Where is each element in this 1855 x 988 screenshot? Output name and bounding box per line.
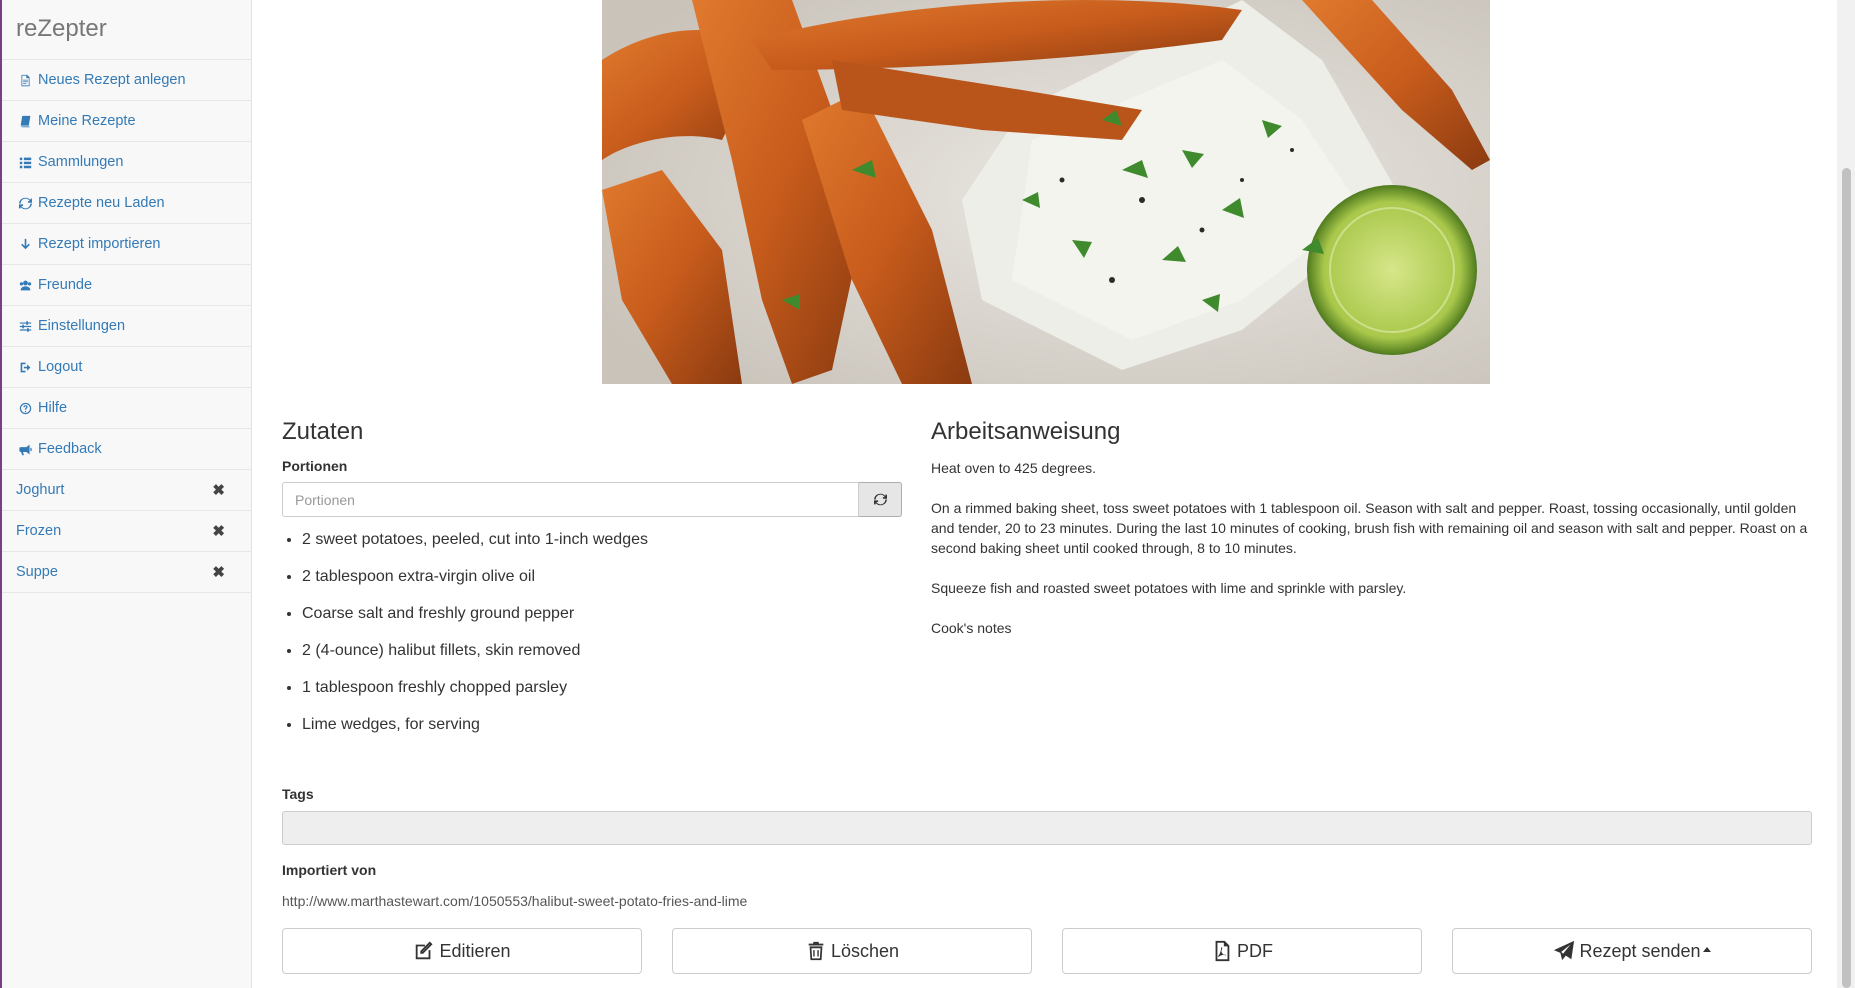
sidebar-item-import[interactable]: Rezept importieren bbox=[2, 224, 251, 265]
recipe-detail: Zutaten Portionen 2 sweet potatoes, peel… bbox=[252, 0, 1837, 988]
collection-label[interactable]: Frozen bbox=[16, 523, 61, 539]
list-icon bbox=[18, 155, 32, 169]
remove-icon[interactable]: ✖ bbox=[212, 481, 225, 499]
edit-button[interactable]: Editieren bbox=[282, 928, 642, 974]
arrow-down-icon bbox=[18, 237, 32, 251]
page-scrollbar[interactable] bbox=[1837, 0, 1855, 988]
edit-button-label: Editieren bbox=[439, 940, 511, 961]
paper-plane-icon bbox=[1554, 940, 1575, 961]
tags-field[interactable] bbox=[282, 811, 1812, 845]
instruction-paragraph: Squeeze fish and roasted sweet potatoes … bbox=[931, 580, 1407, 596]
portions-input[interactable] bbox=[282, 482, 859, 517]
instructions-title: Arbeitsanweisung bbox=[931, 418, 1121, 445]
delete-button-label: Löschen bbox=[830, 940, 900, 961]
sidebar: reZepter Neues Rezept anlegen Meine Reze… bbox=[2, 0, 252, 988]
caret-up-icon bbox=[1702, 946, 1711, 952]
list-item: 1 tablespoon freshly chopped parsley bbox=[302, 677, 902, 699]
ingredients-title: Zutaten bbox=[282, 418, 364, 445]
pdf-button-label: PDF bbox=[1237, 940, 1273, 961]
collection-label[interactable]: Joghurt bbox=[16, 482, 64, 498]
portions-label: Portionen bbox=[282, 458, 348, 474]
trash-icon bbox=[808, 941, 824, 961]
sidebar-item-label: Rezepte neu Laden bbox=[38, 195, 165, 211]
delete-button[interactable]: Löschen bbox=[672, 928, 1032, 974]
scrollbar-thumb[interactable] bbox=[1842, 168, 1851, 988]
list-item: 2 sweet potatoes, peeled, cut into 1-inc… bbox=[302, 529, 902, 551]
users-icon bbox=[18, 278, 32, 292]
portions-refresh-button[interactable] bbox=[859, 482, 902, 517]
sidebar-item-new-recipe[interactable]: Neues Rezept anlegen bbox=[2, 60, 251, 101]
remove-icon[interactable]: ✖ bbox=[212, 522, 225, 540]
sidebar-item-feedback[interactable]: Feedback bbox=[2, 429, 251, 470]
recipe-actions: Editieren Löschen PDF Rezept senden bbox=[282, 928, 1812, 974]
remove-icon[interactable]: ✖ bbox=[212, 563, 225, 581]
sidebar-item-reload[interactable]: Rezepte neu Laden bbox=[2, 183, 251, 224]
tags-label: Tags bbox=[282, 786, 314, 802]
book-icon bbox=[18, 114, 32, 128]
pdf-button[interactable]: PDF bbox=[1062, 928, 1422, 974]
tags-section: Tags bbox=[282, 786, 1812, 845]
sidebar-item-settings[interactable]: Einstellungen bbox=[2, 306, 251, 347]
ingredients-list: 2 sweet potatoes, peeled, cut into 1-inc… bbox=[282, 529, 902, 736]
file-icon bbox=[18, 73, 32, 87]
collection-item[interactable]: Suppe ✖ bbox=[2, 552, 251, 593]
sidebar-item-label: Hilfe bbox=[38, 400, 68, 416]
sidebar-item-label: Meine Rezepte bbox=[38, 113, 136, 129]
instructions-text: Heat oven to 425 degrees. On a rimmed ba… bbox=[931, 458, 1811, 638]
sidebar-item-label: Freunde bbox=[38, 277, 93, 293]
sidebar-item-logout[interactable]: Logout bbox=[2, 347, 251, 388]
sidebar-item-help[interactable]: Hilfe bbox=[2, 388, 251, 429]
sliders-icon bbox=[18, 319, 32, 333]
sidebar-item-label: Einstellungen bbox=[38, 318, 126, 334]
recipe-image bbox=[602, 0, 1490, 384]
list-item: Lime wedges, for serving bbox=[302, 714, 902, 736]
bullhorn-icon bbox=[18, 442, 32, 456]
sidebar-item-collections[interactable]: Sammlungen bbox=[2, 142, 251, 183]
instruction-paragraph: On a rimmed baking sheet, toss sweet pot… bbox=[931, 500, 1808, 556]
send-recipe-button[interactable]: Rezept senden bbox=[1452, 928, 1812, 974]
sidebar-item-label: Rezept importieren bbox=[38, 236, 161, 252]
sign-out-icon bbox=[18, 360, 32, 374]
collection-item[interactable]: Joghurt ✖ bbox=[2, 470, 251, 511]
sidebar-item-label: Logout bbox=[38, 359, 83, 375]
imported-url: http://www.marthastewart.com/1050553/hal… bbox=[282, 893, 748, 909]
file-pdf-icon bbox=[1215, 940, 1230, 962]
sidebar-item-friends[interactable]: Freunde bbox=[2, 265, 251, 306]
app-brand[interactable]: reZepter bbox=[2, 0, 251, 60]
list-item: Coarse salt and freshly ground pepper bbox=[302, 603, 902, 625]
question-circle-icon bbox=[18, 401, 32, 415]
collection-item[interactable]: Frozen ✖ bbox=[2, 511, 251, 552]
instruction-paragraph: Cook's notes bbox=[931, 620, 1012, 636]
list-item: 2 (4-ounce) halibut fillets, skin remove… bbox=[302, 640, 902, 662]
instructions-section: Arbeitsanweisung Heat oven to 425 degree… bbox=[931, 418, 1811, 658]
sidebar-item-label: Neues Rezept anlegen bbox=[38, 72, 186, 88]
portions-input-group bbox=[282, 482, 902, 517]
sidebar-item-my-recipes[interactable]: Meine Rezepte bbox=[2, 101, 251, 142]
imported-from-section: Importiert von http://www.marthastewart.… bbox=[282, 862, 1812, 909]
imported-label: Importiert von bbox=[282, 862, 377, 878]
refresh-icon bbox=[873, 493, 887, 506]
collection-label[interactable]: Suppe bbox=[16, 564, 58, 580]
sidebar-item-label: Feedback bbox=[38, 441, 102, 457]
send-recipe-button-label: Rezept senden bbox=[1579, 940, 1701, 961]
list-item: 2 tablespoon extra-virgin olive oil bbox=[302, 566, 902, 588]
ingredients-section: Zutaten Portionen 2 sweet potatoes, peel… bbox=[282, 418, 902, 751]
edit-icon bbox=[416, 941, 433, 960]
sidebar-item-label: Sammlungen bbox=[38, 154, 124, 170]
instruction-paragraph: Heat oven to 425 degrees. bbox=[931, 460, 1097, 476]
refresh-icon bbox=[18, 196, 32, 210]
